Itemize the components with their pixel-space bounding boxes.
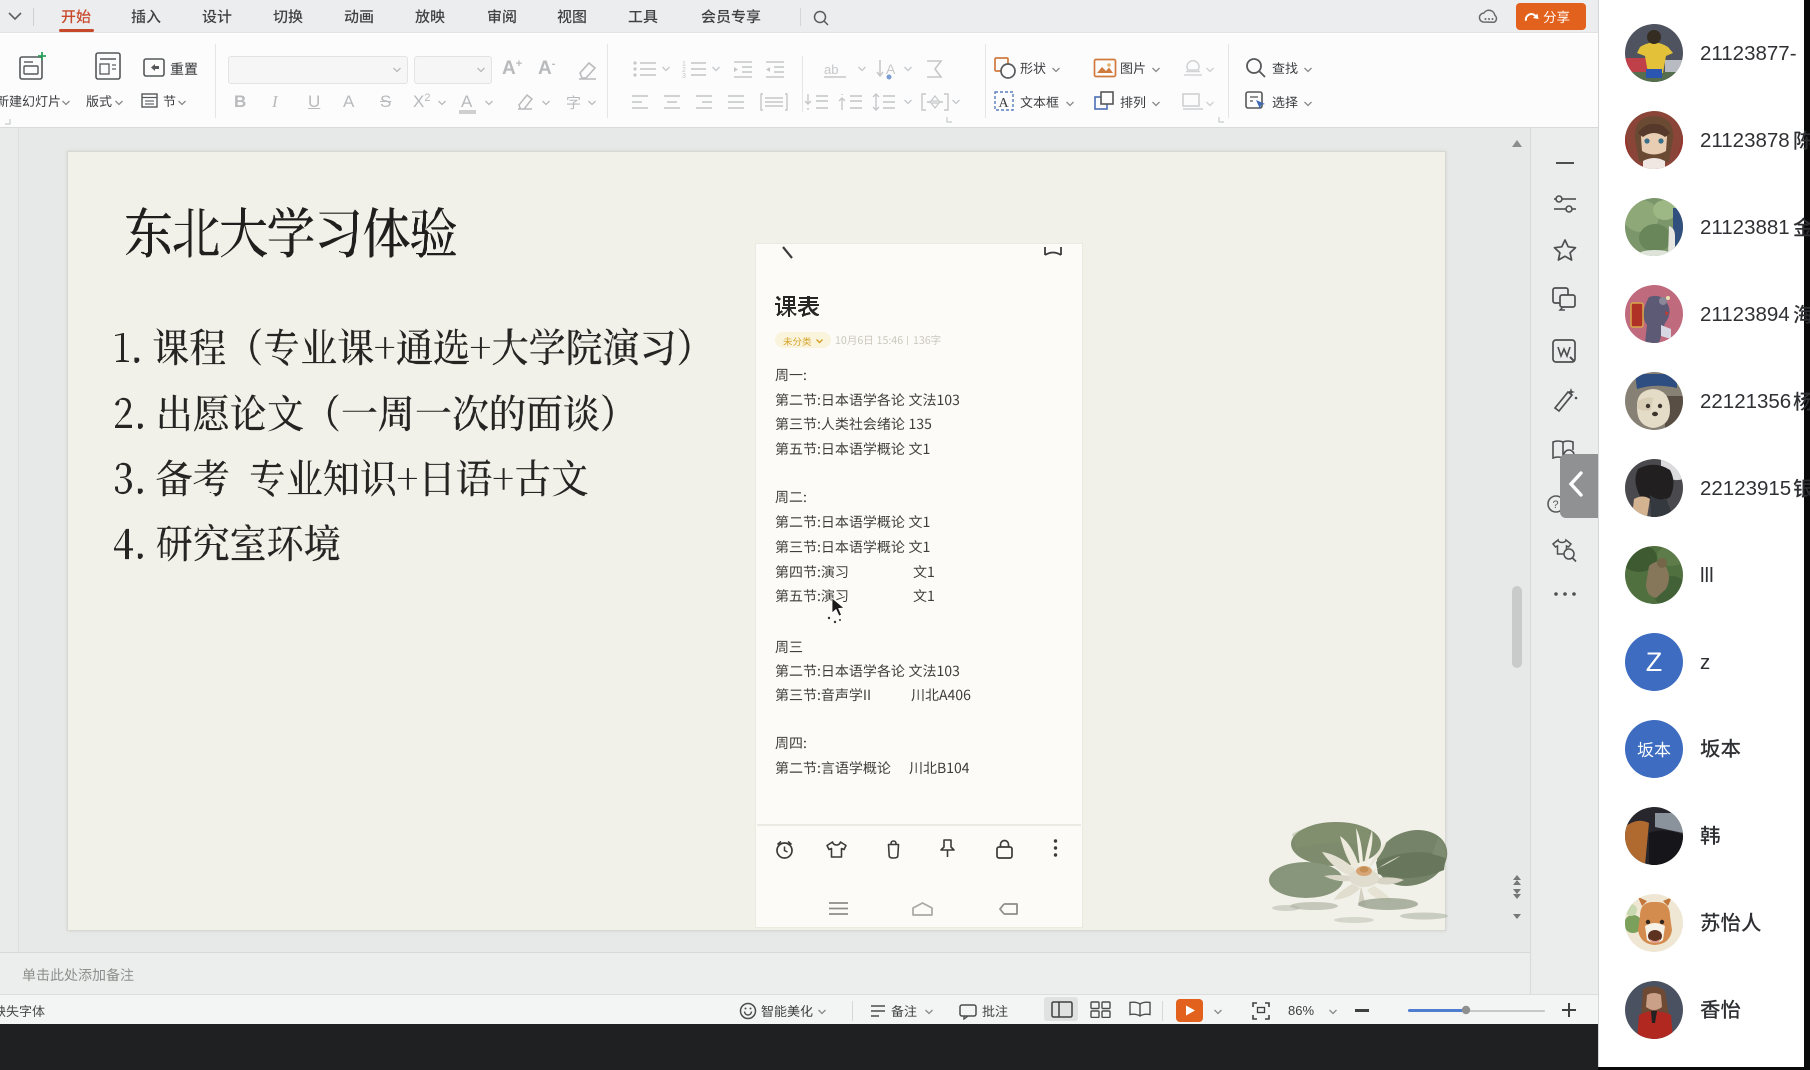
svg-text:A: A xyxy=(999,96,1010,111)
svg-text:?: ? xyxy=(1553,499,1559,511)
svg-text:ab: ab xyxy=(824,62,838,77)
svg-text:3: 3 xyxy=(682,73,686,78)
svg-text:A: A xyxy=(886,61,896,77)
